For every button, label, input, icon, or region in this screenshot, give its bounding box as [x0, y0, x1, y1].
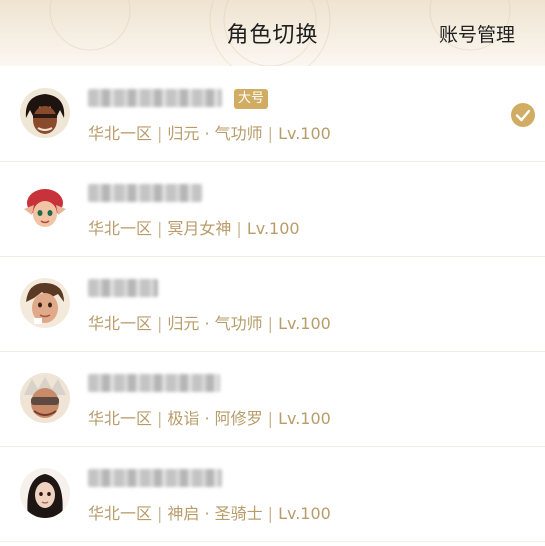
character-avatar-icon: [20, 88, 70, 138]
main-account-badge: 大号: [234, 89, 269, 109]
character-level: Lv.100: [246, 219, 300, 238]
character-avatar-icon: [20, 373, 70, 423]
character-class: 归元 · 气功师: [167, 314, 263, 333]
separator: |: [157, 314, 163, 333]
character-info: 华北一区 | 归元 · 气功师 | Lv.100: [88, 120, 331, 144]
header-bar: 角色切换 账号管理: [0, 0, 545, 66]
character-name-blurred: [88, 279, 158, 297]
server-name: 华北一区: [88, 124, 153, 143]
server-name: 华北一区: [88, 219, 153, 238]
character-row[interactable]: 华北一区 | 冥月女神 | Lv.100: [0, 162, 545, 257]
character-info: 华北一区 | 神启 · 圣骑士 | Lv.100: [88, 500, 331, 524]
character-class: 极诣 · 阿修罗: [167, 409, 263, 428]
character-info: 华北一区 | 冥月女神 | Lv.100: [88, 215, 300, 239]
separator: |: [267, 124, 274, 143]
character-row[interactable]: 华北一区 | 极诣 · 阿修罗 | Lv.100: [0, 352, 545, 447]
character-avatar-icon: [20, 278, 70, 328]
character-row[interactable]: 华北一区 | 神启 · 圣骑士 | Lv.100: [0, 447, 545, 542]
separator: |: [267, 314, 274, 333]
role-switch-screen: 角色切换 账号管理 大号 华北一区 | 归元 · 气功师 | Lv.100 华北…: [0, 0, 545, 546]
server-name: 华北一区: [88, 314, 153, 333]
separator: |: [157, 219, 163, 238]
character-list: 大号 华北一区 | 归元 · 气功师 | Lv.100 华北一区 | 冥月女神 …: [0, 67, 545, 542]
character-level: Lv.100: [278, 504, 331, 523]
account-manage-button[interactable]: 账号管理: [439, 20, 515, 47]
character-row[interactable]: 大号 华北一区 | 归元 · 气功师 | Lv.100: [0, 67, 545, 162]
character-info: 华北一区 | 归元 · 气功师 | Lv.100: [88, 310, 331, 334]
character-name-blurred: [88, 184, 202, 202]
character-class: 冥月女神: [167, 219, 232, 238]
character-level: Lv.100: [278, 409, 331, 428]
separator: |: [157, 124, 163, 143]
separator: |: [157, 409, 163, 428]
separator: |: [267, 504, 274, 523]
separator: |: [267, 409, 274, 428]
character-avatar-icon: [20, 468, 70, 518]
selected-check-icon: [511, 103, 535, 127]
character-name-blurred: [88, 374, 220, 392]
character-class: 归元 · 气功师: [167, 124, 263, 143]
separator: |: [157, 504, 163, 523]
character-level: Lv.100: [278, 314, 331, 333]
character-level: Lv.100: [278, 124, 331, 143]
character-info: 华北一区 | 极诣 · 阿修罗 | Lv.100: [88, 405, 331, 429]
separator: |: [236, 219, 242, 238]
character-class: 神启 · 圣骑士: [167, 504, 263, 523]
character-avatar-icon: [20, 183, 70, 233]
server-name: 华北一区: [88, 409, 153, 428]
character-name-blurred: [88, 89, 222, 107]
character-name-blurred: [88, 469, 222, 487]
server-name: 华北一区: [88, 504, 153, 523]
character-row[interactable]: 华北一区 | 归元 · 气功师 | Lv.100: [0, 257, 545, 352]
